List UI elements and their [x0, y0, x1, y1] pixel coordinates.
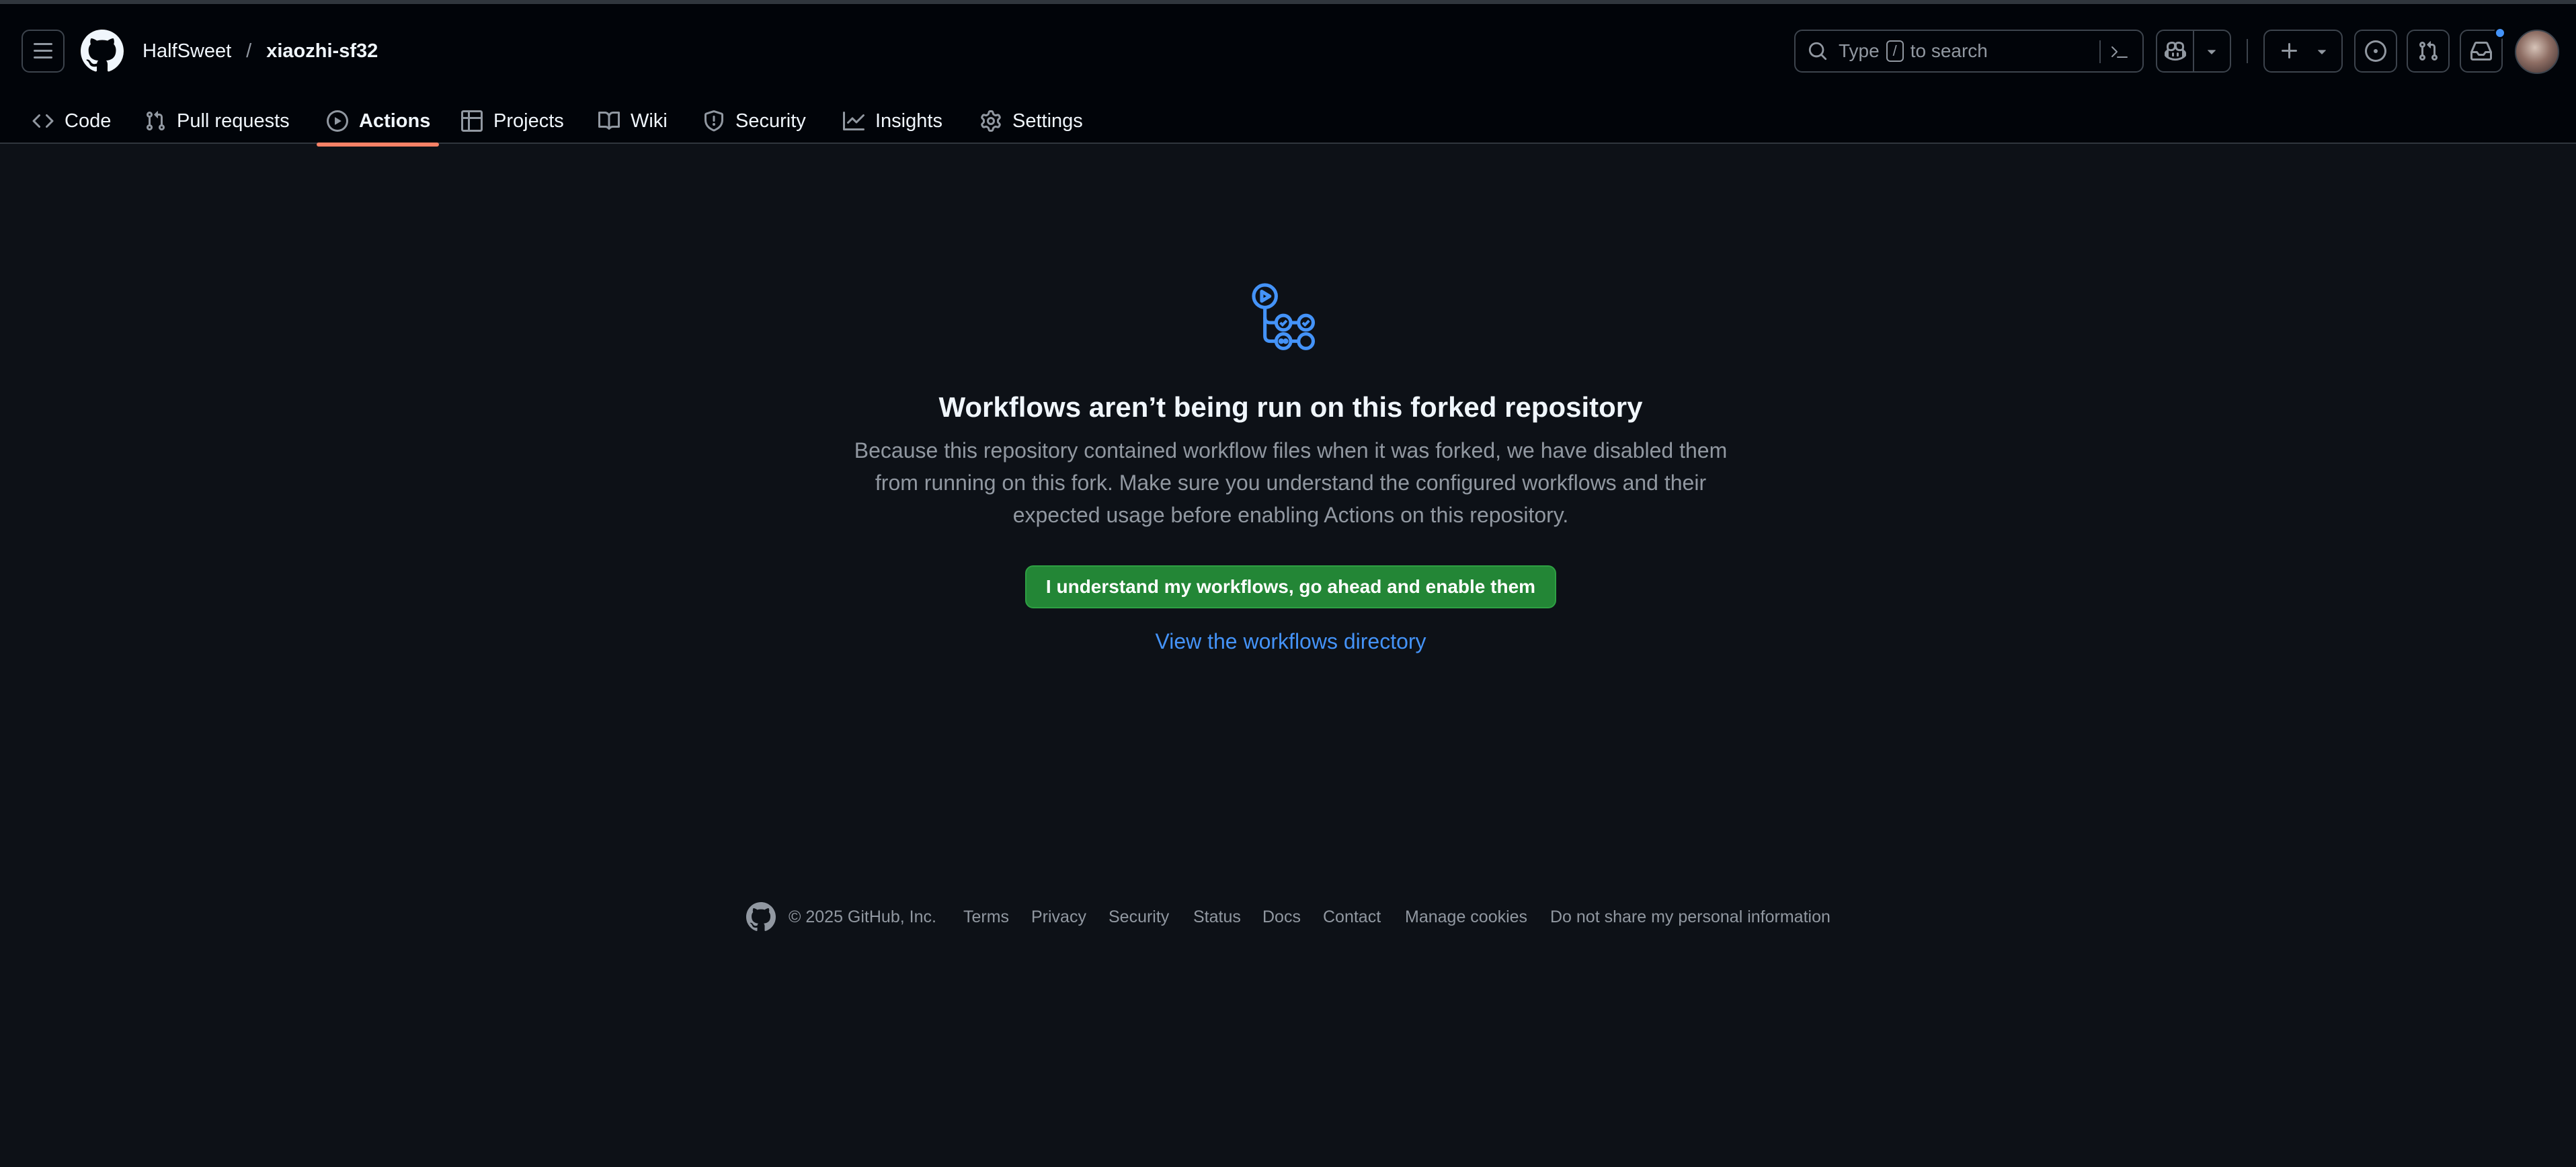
unread-notification-dot: [2494, 27, 2506, 39]
tab-settings-label: Settings: [1012, 110, 1083, 132]
page-footer: © 2025 GitHub, Inc. Terms Privacy Securi…: [0, 902, 2576, 934]
repo-owner-link[interactable]: HalfSweet: [143, 40, 231, 63]
tab-actions-label: Actions: [359, 110, 431, 132]
graph-icon: [843, 112, 864, 130]
breadcrumb-separator: /: [246, 40, 252, 62]
plus-icon: [2282, 43, 2297, 58]
footer-link-docs[interactable]: Docs: [1262, 908, 1301, 927]
tab-insights[interactable]: Insights: [843, 95, 942, 147]
description-line: Because this repository contained workfl…: [854, 438, 1728, 462]
header-separator: [2247, 39, 2248, 63]
command-palette-icon[interactable]: [2109, 42, 2130, 63]
gear-icon: [981, 110, 1001, 132]
tab-wiki[interactable]: Wiki: [598, 95, 668, 147]
search-icon: [1808, 41, 1828, 61]
tab-code[interactable]: Code: [32, 95, 111, 147]
repo-nav: Code Pull requests Actions Projects Wiki…: [0, 95, 2576, 147]
enable-workflows-button[interactable]: I understand my workflows, go ahead and …: [1025, 565, 1556, 608]
search-placeholder: Type / to search: [1839, 40, 1988, 62]
footer-link-manage-cookies[interactable]: Manage cookies: [1405, 908, 1527, 927]
search-divider: [2099, 40, 2101, 63]
inbox-icon: [2470, 42, 2492, 61]
github-logo-icon[interactable]: [81, 30, 124, 73]
github-mark-icon[interactable]: [746, 902, 776, 932]
search-suffix: to search: [1910, 40, 1988, 61]
git-pull-request-icon: [146, 111, 165, 131]
create-new-button[interactable]: [2263, 30, 2343, 73]
tab-wiki-label: Wiki: [631, 110, 668, 132]
user-avatar[interactable]: [2515, 30, 2559, 74]
plus-part: [2271, 31, 2308, 71]
active-tab-indicator: [317, 143, 439, 147]
table-icon: [461, 110, 483, 132]
footer-copyright: © 2025 GitHub, Inc.: [789, 908, 936, 926]
footer-link-privacy[interactable]: Privacy: [1031, 908, 1086, 927]
tab-insights-label: Insights: [875, 110, 942, 132]
footer-link-status[interactable]: Status: [1193, 908, 1241, 927]
plus-dropdown-part: [2308, 31, 2335, 71]
play-icon: [327, 110, 348, 132]
tab-security-label: Security: [735, 110, 806, 132]
tab-pull-requests[interactable]: Pull requests: [145, 95, 290, 147]
global-header: HalfSweet / xiaozhi-sf32 Type / to searc…: [0, 0, 2576, 147]
shield-icon: [705, 110, 723, 132]
book-icon: [598, 111, 620, 130]
tab-code-label: Code: [65, 110, 112, 132]
repo-name-link[interactable]: xiaozhi-sf32: [266, 40, 378, 63]
open-menu-button[interactable]: [22, 30, 65, 73]
tab-projects-label: Projects: [493, 110, 564, 132]
header-top-bar: HalfSweet / xiaozhi-sf32 Type / to searc…: [0, 4, 2576, 95]
blankslate-title: Workflows aren’t being run on this forke…: [938, 391, 1643, 423]
code-icon: [32, 114, 54, 128]
issue-opened-icon: [2365, 40, 2386, 62]
copilot-button[interactable]: [2157, 31, 2193, 71]
workflows-directory-link[interactable]: View the workflows directory: [0, 629, 2576, 654]
footer-link-do-not-share[interactable]: Do not share my personal information: [1550, 908, 1830, 927]
tab-security[interactable]: Security: [703, 95, 806, 147]
tab-pull-requests-label: Pull requests: [177, 110, 290, 132]
copilot-dropdown-button[interactable]: [2194, 31, 2230, 71]
description-line: from running on this fork. Make sure you…: [875, 471, 1707, 495]
tab-actions[interactable]: Actions: [327, 95, 430, 147]
copilot-icon: [2164, 41, 2186, 61]
blankslate-description: Because this repository contained workfl…: [831, 434, 1750, 531]
your-pull-requests-button[interactable]: [2407, 30, 2450, 73]
slash-key-hint: /: [1886, 40, 1904, 62]
search-prefix: Type: [1839, 40, 1880, 61]
your-issues-button[interactable]: [2354, 30, 2397, 73]
search-input[interactable]: Type / to search: [1794, 30, 2144, 73]
copilot-button-group: [2156, 30, 2231, 73]
tab-projects[interactable]: Projects: [461, 95, 564, 147]
footer-link-contact[interactable]: Contact: [1323, 908, 1381, 927]
triangle-down-icon: [2208, 50, 2216, 54]
workflow-icon: [1252, 283, 1316, 350]
hamburger-icon: [34, 43, 52, 58]
git-pull-request-icon: [2419, 41, 2438, 61]
footer-link-terms[interactable]: Terms: [963, 908, 1009, 927]
footer-link-security[interactable]: Security: [1109, 908, 1169, 927]
description-line: expected usage before enabling Actions o…: [1012, 503, 1569, 527]
triangle-down-icon: [2318, 50, 2326, 54]
breadcrumb: HalfSweet / xiaozhi-sf32: [143, 38, 378, 65]
tab-settings[interactable]: Settings: [980, 95, 1083, 147]
